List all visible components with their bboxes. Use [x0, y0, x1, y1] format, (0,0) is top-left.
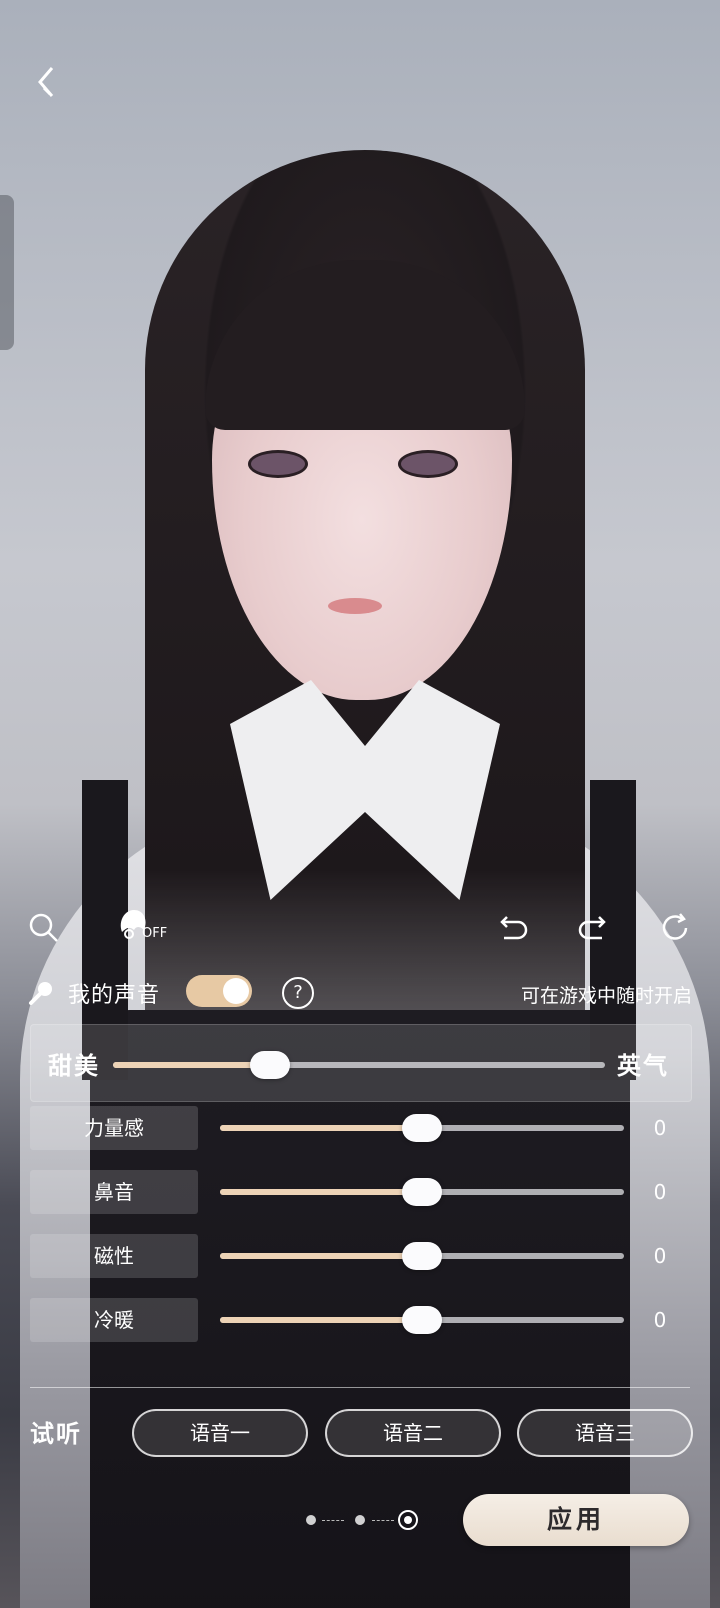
- side-panel-handle[interactable]: [0, 195, 14, 350]
- reset-icon: [662, 913, 688, 940]
- sweet-label: 甜美: [48, 1051, 100, 1080]
- help-button[interactable]: ?: [282, 977, 314, 1009]
- param-slider-thumb[interactable]: [402, 1114, 442, 1142]
- param-label: 磁性: [30, 1234, 198, 1278]
- character-lips: [328, 598, 382, 614]
- my-voice-label: 我的声音: [68, 983, 161, 1008]
- voice-hint-text: 可在游戏中随时开启: [520, 985, 692, 1007]
- tone-slider-fill: [113, 1062, 271, 1068]
- page-connector: [372, 1520, 394, 1521]
- param-slider-thumb[interactable]: [402, 1242, 442, 1270]
- search-icon: [29, 913, 58, 942]
- voice-one-button[interactable]: 语音一: [132, 1409, 308, 1457]
- back-button[interactable]: [28, 62, 68, 102]
- redo-button[interactable]: [576, 910, 612, 946]
- param-label: 鼻音: [30, 1170, 198, 1214]
- search-button[interactable]: [26, 910, 62, 946]
- my-voice-toggle[interactable]: [186, 975, 252, 1007]
- hair-toggle-state: OFF: [142, 926, 168, 941]
- microphone-icon: [28, 980, 54, 1006]
- param-slider-fill: [220, 1189, 422, 1195]
- param-slider-track[interactable]: [220, 1114, 624, 1142]
- character-left-eye: [248, 450, 308, 478]
- param-value: 0: [653, 1116, 667, 1140]
- param-slider-thumb[interactable]: [402, 1178, 442, 1206]
- character-scene: [0, 0, 720, 1608]
- redo-icon: [578, 916, 606, 940]
- param-label: 力量感: [30, 1106, 198, 1150]
- toggle-knob: [223, 978, 249, 1004]
- divider: [30, 1387, 690, 1388]
- param-value: 0: [653, 1180, 667, 1204]
- undo-button[interactable]: [494, 910, 530, 946]
- tone-slider-track[interactable]: [113, 1051, 605, 1079]
- reset-button[interactable]: [658, 910, 694, 946]
- param-slider-track[interactable]: [220, 1242, 624, 1270]
- page-dot-active-indicator: [404, 1516, 412, 1524]
- voice-two-button[interactable]: 语音二: [325, 1409, 501, 1457]
- param-slider-fill: [220, 1125, 422, 1131]
- param-slider-track[interactable]: [220, 1178, 624, 1206]
- param-slider-fill: [220, 1317, 422, 1323]
- page-dot-1[interactable]: [306, 1515, 316, 1525]
- page-dot-2[interactable]: [355, 1515, 365, 1525]
- undo-icon: [500, 916, 528, 940]
- chevron-left-icon: [38, 67, 54, 97]
- heroic-label: 英气: [617, 1051, 669, 1080]
- voice-three-button[interactable]: 语音三: [517, 1409, 693, 1457]
- param-slider-thumb[interactable]: [402, 1306, 442, 1334]
- character-right-eye: [398, 450, 458, 478]
- apply-button[interactable]: 应用: [463, 1494, 689, 1546]
- preview-label: 试听: [30, 1419, 82, 1448]
- page-dot-3-active[interactable]: [398, 1510, 418, 1530]
- param-value: 0: [653, 1308, 667, 1332]
- param-slider-track[interactable]: [220, 1306, 624, 1334]
- page-connector: [322, 1520, 344, 1521]
- param-value: 0: [653, 1244, 667, 1268]
- tone-slider-thumb[interactable]: [250, 1051, 291, 1079]
- param-label: 冷暖: [30, 1298, 198, 1342]
- param-slider-fill: [220, 1253, 422, 1259]
